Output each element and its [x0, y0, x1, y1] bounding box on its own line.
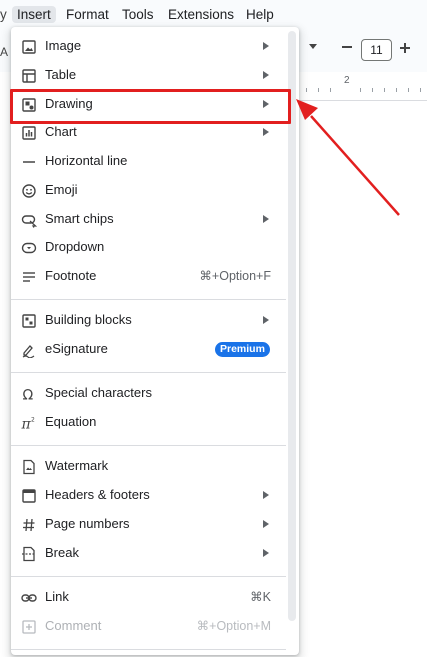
menu-item-label: Footnote [45, 268, 97, 283]
menu-item-smart-chips[interactable]: Smart chips [11, 205, 299, 234]
menu-item-label: Building blocks [45, 312, 132, 327]
premium-badge: Premium [215, 342, 270, 357]
building-blocks-icon [21, 313, 37, 329]
submenu-arrow-icon [263, 491, 269, 499]
menu-item-dropdown[interactable]: Dropdown [11, 233, 299, 262]
horizontal-line-icon [21, 154, 37, 170]
hash-icon [21, 517, 37, 533]
omega-icon: Ω [21, 386, 37, 403]
menu-tools[interactable]: Tools [122, 6, 154, 23]
menu-divider [11, 372, 286, 373]
menu-item-equation[interactable]: π2 Equation [11, 408, 299, 437]
spellcheck-icon[interactable]: A [0, 45, 8, 59]
menu-item-label: Watermark [45, 458, 109, 473]
svg-text:2: 2 [31, 417, 35, 424]
menu-item-label: Page numbers [45, 516, 130, 531]
increase-font-size-button[interactable] [398, 41, 412, 55]
menu-item-label: Image [45, 38, 82, 53]
menu-item-esignature[interactable]: eSignature Premium [11, 335, 299, 364]
menu-item-watermark[interactable]: Watermark [11, 452, 299, 481]
table-icon [21, 68, 37, 84]
menu-item-label: Link [45, 589, 69, 604]
esignature-icon [21, 342, 37, 358]
submenu-arrow-icon [263, 520, 269, 528]
menu-item-label: Emoji [45, 182, 78, 197]
menu-item-label: Comment [45, 618, 102, 633]
svg-text:Ω: Ω [23, 388, 34, 403]
submenu-arrow-icon [263, 42, 269, 50]
ruler-number: 2 [344, 75, 350, 86]
image-icon [21, 39, 37, 55]
menu-item-break[interactable]: Break [11, 539, 299, 568]
link-icon [21, 590, 37, 606]
submenu-arrow-icon [263, 71, 269, 79]
menu-item-label: Special characters [45, 385, 152, 400]
drawing-highlight-box [10, 89, 291, 124]
font-size-input[interactable]: 11 [361, 39, 392, 61]
comment-icon [21, 619, 37, 635]
decrease-font-size-button[interactable] [340, 40, 354, 54]
menu-item-label: Table [45, 67, 77, 82]
submenu-arrow-icon [263, 316, 269, 324]
menu-item-label: Chart [45, 124, 77, 139]
menu-divider [11, 299, 286, 300]
menu-insert[interactable]: Insert [12, 6, 56, 23]
chart-icon [21, 125, 37, 141]
menu-item-label: Dropdown [45, 239, 105, 254]
comment-shortcut: ⌘+Option+M [196, 619, 271, 633]
watermark-icon [21, 459, 37, 475]
menu-view-fragment[interactable]: y [0, 6, 7, 23]
menu-item-image[interactable]: Image [11, 32, 299, 61]
footnote-icon [21, 269, 37, 285]
break-icon [21, 546, 37, 562]
submenu-arrow-icon [263, 215, 269, 223]
submenu-arrow-icon [263, 128, 269, 136]
menu-item-horizontal-line[interactable]: Horizontal line [11, 147, 299, 176]
emoji-icon [21, 183, 37, 199]
menu-item-label: eSignature [45, 341, 108, 356]
headers-footers-icon [21, 488, 37, 504]
link-shortcut: ⌘K [250, 590, 271, 604]
menu-item-label: Break [45, 545, 79, 560]
menu-item-headers-footers[interactable]: Headers & footers [11, 481, 299, 510]
dropdown-icon [21, 240, 37, 256]
menu-item-label: Equation [45, 414, 97, 429]
menu-item-special-characters[interactable]: Ω Special characters [11, 379, 299, 408]
menu-bar: y Insert Format Tools Extensions Help [0, 0, 427, 28]
menu-extensions[interactable]: Extensions [168, 6, 234, 23]
menu-item-page-numbers[interactable]: Page numbers [11, 510, 299, 539]
menu-item-label: Smart chips [45, 211, 114, 226]
menu-help[interactable]: Help [246, 6, 274, 23]
menu-divider [11, 445, 286, 446]
svg-text:π: π [21, 417, 32, 432]
menu-item-link[interactable]: Link ⌘K [11, 583, 299, 612]
menu-item-label: Headers & footers [45, 487, 150, 502]
submenu-arrow-icon [263, 549, 269, 557]
menu-item-comment[interactable]: Comment ⌘+Option+M [11, 612, 299, 641]
menu-divider [11, 576, 286, 577]
menu-format[interactable]: Format [66, 6, 109, 23]
footnote-shortcut: ⌘+Option+F [199, 269, 271, 283]
ruler: 2 [300, 74, 427, 101]
smart-chips-icon [21, 212, 37, 228]
pi-icon: π2 [21, 415, 37, 432]
menu-item-building-blocks[interactable]: Building blocks [11, 306, 299, 335]
menu-item-footnote[interactable]: Footnote ⌘+Option+F [11, 262, 299, 291]
menu-item-emoji[interactable]: Emoji [11, 176, 299, 205]
menu-divider [11, 649, 286, 650]
menu-item-table[interactable]: Table [11, 61, 299, 90]
menu-item-label: Horizontal line [45, 153, 128, 168]
font-dropdown-caret-icon[interactable] [309, 44, 317, 49]
